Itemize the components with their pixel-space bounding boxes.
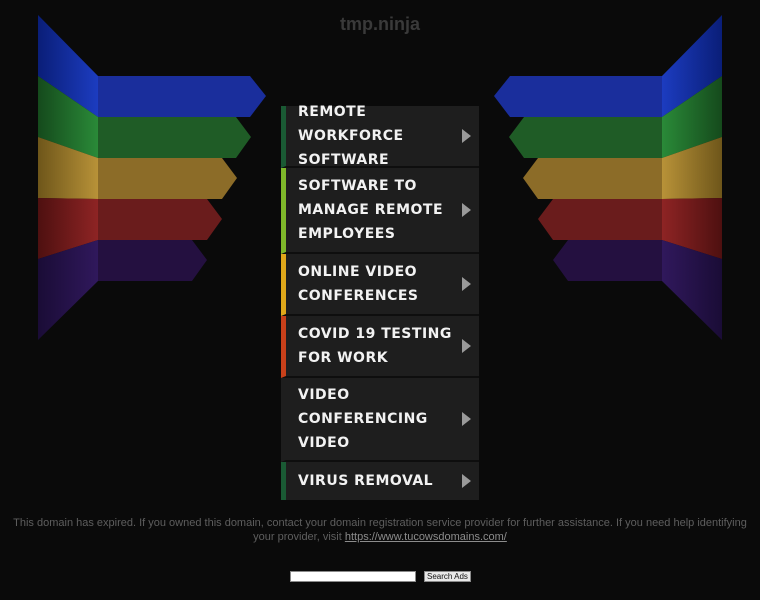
search-ads-button[interactable]: Search Ads	[424, 571, 471, 582]
menu-item-label: Video Conferencing Video	[298, 387, 428, 451]
menu-item-virus-removal[interactable]: Virus Removal	[281, 462, 479, 500]
arrow-right-icon	[462, 203, 471, 217]
search-form: Search Ads	[290, 571, 471, 582]
arrow-right-icon	[462, 129, 471, 143]
menu-item-online-video-conferences[interactable]: Online Video Conferences	[281, 254, 479, 316]
related-links-menu: Remote Workforce Software Software to Ma…	[281, 104, 479, 500]
menu-item-label: Online Video Conferences	[298, 264, 419, 304]
arrow-right-icon	[462, 277, 471, 291]
menu-item-label: Virus Removal	[298, 473, 434, 489]
left-stripes	[38, 15, 266, 340]
menu-item-label: Covid 19 Testing for Work	[298, 326, 452, 366]
menu-item-label: Remote Workforce Software	[298, 104, 404, 168]
arrow-right-icon	[462, 339, 471, 353]
menu-item-software-to-manage-remote-employees[interactable]: Software to Manage Remote Employees	[281, 168, 479, 254]
search-input[interactable]	[290, 571, 416, 582]
arrow-right-icon	[462, 474, 471, 488]
tucows-domains-link[interactable]: https://www.tucowsdomains.com/	[345, 531, 507, 543]
menu-item-video-conferencing-video[interactable]: Video Conferencing Video	[281, 378, 479, 462]
menu-item-remote-workforce-software[interactable]: Remote Workforce Software	[281, 104, 479, 168]
menu-item-label: Software to Manage Remote Employees	[298, 178, 444, 242]
right-stripes	[494, 15, 722, 340]
arrow-right-icon	[462, 412, 471, 426]
expired-domain-notice: This domain has expired. If you owned th…	[8, 516, 752, 544]
menu-item-covid-19-testing-for-work[interactable]: Covid 19 Testing for Work	[281, 316, 479, 378]
